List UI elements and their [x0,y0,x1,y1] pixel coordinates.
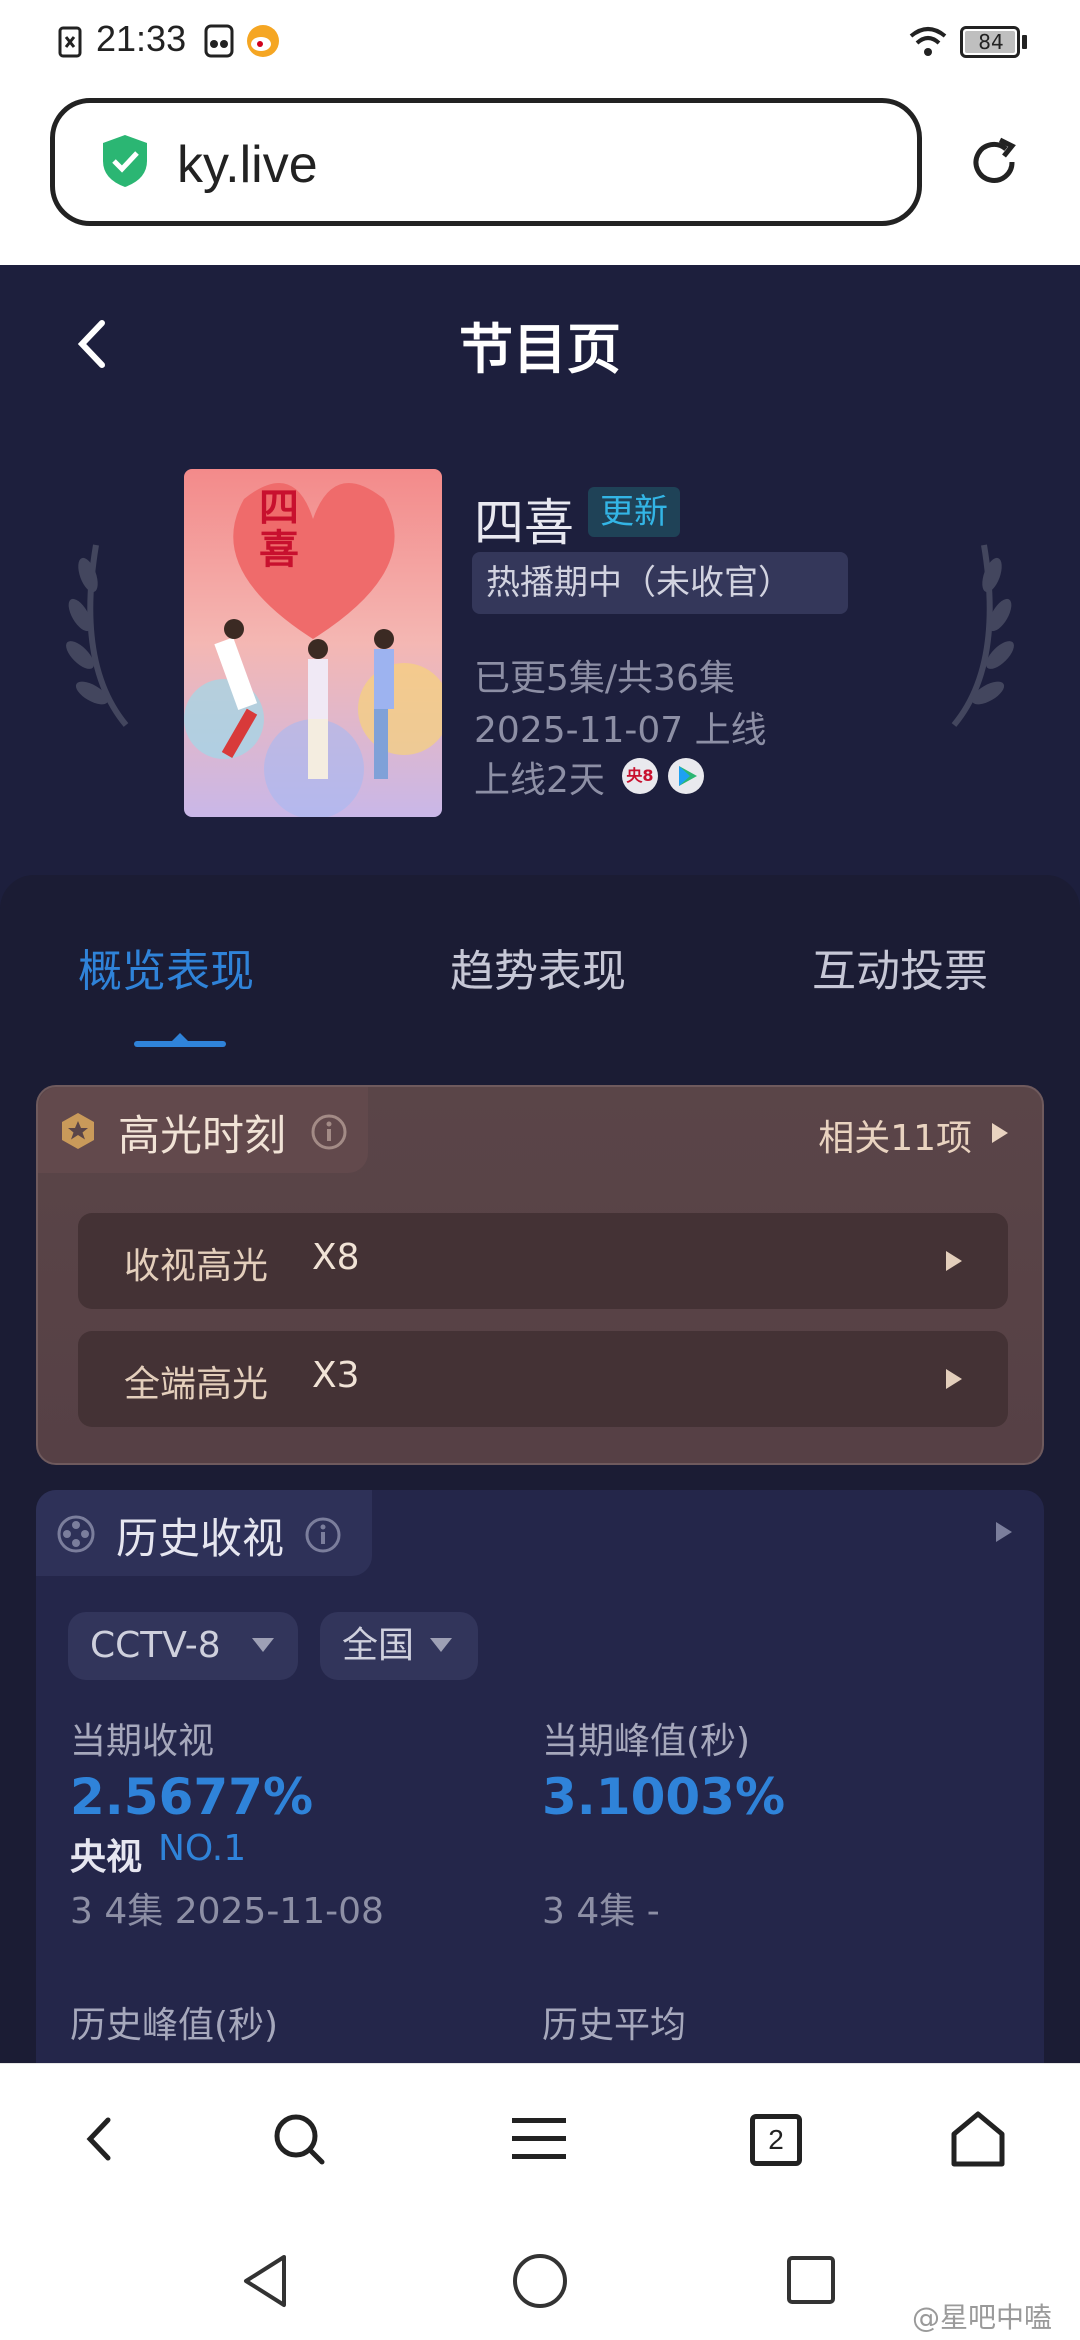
system-home-icon[interactable] [512,2253,568,2309]
dropdown-triangle-icon [252,1638,274,1652]
days-online: 上线2天 [474,760,605,801]
search-icon[interactable] [272,2112,326,2166]
status-bar: 21:33 84 [0,0,1080,84]
air-date: 2025-11-07 上线 [474,710,767,751]
watermark: @星吧中嗑 [911,2301,1052,2334]
laurel-left-icon [66,544,129,727]
channel-select-value: CCTV-8 [90,1625,221,1666]
peak-label: 当期峰值(秒) [542,1721,751,1762]
back-icon[interactable] [80,2114,120,2164]
highlight-label: 全端高光 [124,1364,269,1405]
wifi-icon [909,27,947,56]
highlight-label: 收视高光 [124,1246,269,1287]
highlights-card: 高光时刻 相关11项 收视高光 X8 全端高光 X3 [36,1085,1044,1465]
highlight-row-all-platform[interactable]: 全端高光 X3 [78,1331,1008,1427]
tencent-video-icon [668,758,704,794]
current-rating-label: 当期收视 [70,1721,215,1762]
tab-caret-icon [170,1033,190,1043]
reload-icon[interactable] [966,134,1022,190]
poster-title: 四喜 [259,484,299,573]
address-bar[interactable]: ky.live [50,98,922,226]
play-arrow-icon [946,1251,962,1271]
cctv8-channel-icon: 央8 [622,758,658,794]
battery-icon: 84 [960,26,1020,58]
menu-icon[interactable] [512,2116,566,2162]
tab-vote[interactable]: 互动投票 [812,935,988,999]
browser-toolbar: 2 [0,2063,1080,2203]
system-recents-icon[interactable] [786,2255,836,2305]
show-poster[interactable]: 四喜 [184,469,442,817]
battery-tip [1022,35,1027,49]
tab-trend[interactable]: 趋势表现 [450,935,626,999]
airing-status-tag: 热播期中（未收官） [472,552,848,614]
play-arrow-icon[interactable] [990,1121,1010,1145]
episode-count: 已更5集/共36集 [474,658,735,699]
update-badge: 更新 [588,487,680,537]
home-icon[interactable] [950,2110,1006,2168]
history-title: 历史收视 [116,1514,285,1563]
play-arrow-icon[interactable] [994,1520,1014,1544]
tabs-button[interactable]: 2 [750,2114,802,2166]
laurel-right-icon [951,544,1014,727]
play-arrow-icon [946,1369,962,1389]
peak-value: 3.1003% [542,1768,786,1826]
status-time: 21:33 [96,18,187,59]
current-rating-sub: 3 4集 2025-11-08 [70,1891,384,1932]
channel-select[interactable]: CCTV-8 [68,1612,298,1680]
current-rating-value: 2.5677% [70,1768,314,1826]
weibo-icon [247,25,279,57]
region-select[interactable]: 全国 [320,1612,478,1680]
secure-shield-icon [103,135,147,187]
show-name: 四喜 [474,494,574,552]
url-text: ky.live [177,136,318,194]
highlight-count: X8 [312,1237,360,1278]
star-badge-icon [62,1113,94,1149]
notification-app-icon [204,24,234,58]
highlights-related-link[interactable]: 相关11项 [818,1109,972,1161]
sim-icon [58,26,82,58]
dropdown-triangle-icon [430,1638,452,1652]
highlight-row-ratings[interactable]: 收视高光 X8 [78,1213,1008,1309]
history-ratings-card: 历史收视 CCTV-8 全国 当期收视 2.5677% 央视 NO.1 3 4集… [36,1490,1044,2090]
info-icon[interactable] [304,1516,342,1554]
system-back-icon[interactable] [240,2253,290,2309]
info-icon[interactable] [310,1113,348,1151]
page-title: 节目页 [459,318,621,381]
highlights-title: 高光时刻 [118,1111,287,1160]
history-peak-label: 历史峰值(秒) [70,2005,279,2046]
battery-level: 84 [978,30,1004,54]
highlight-count: X3 [312,1355,360,1396]
poster-image [184,469,442,817]
film-reel-icon [57,1515,95,1553]
peak-sub: 3 4集 - [542,1891,660,1932]
rank-prefix: 央视 [70,1837,143,1878]
tab-overview[interactable]: 概览表现 [78,935,254,999]
rank-value: NO.1 [158,1828,247,1869]
history-average-label: 历史平均 [542,2005,687,2046]
region-select-value: 全国 [342,1625,415,1666]
